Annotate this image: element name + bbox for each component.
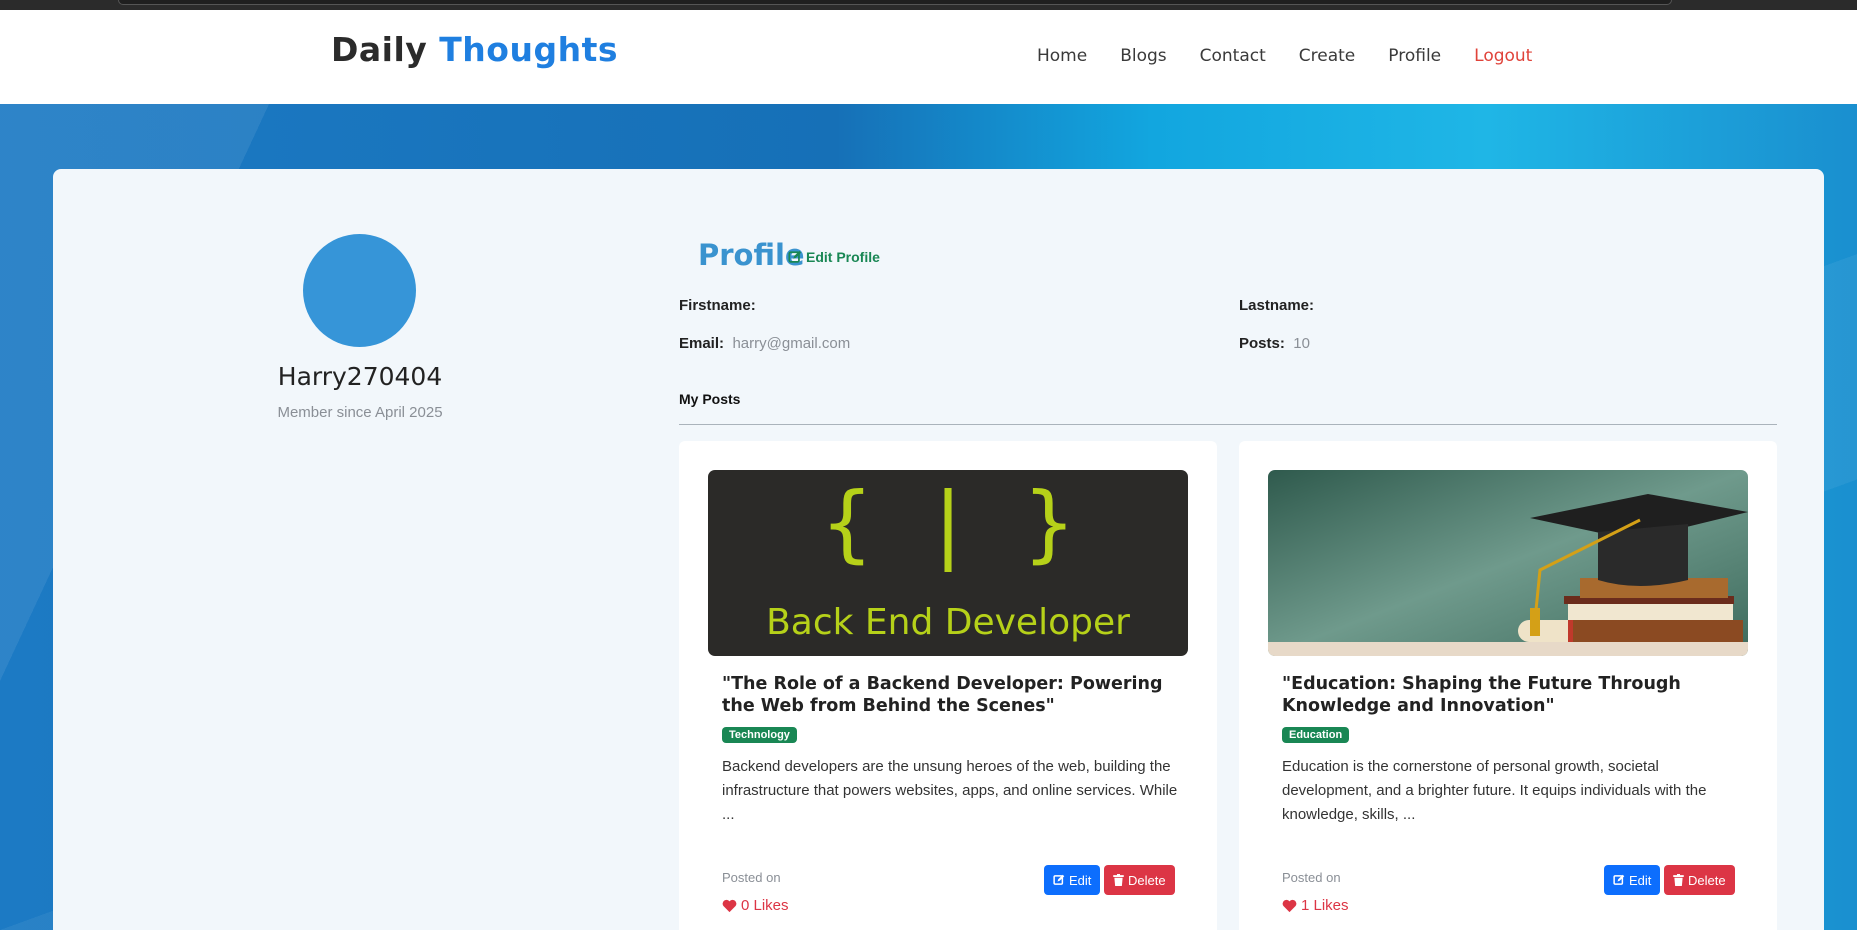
brand-part2: Thoughts [439, 30, 618, 69]
posts-count-field: Posts: 10 [1239, 335, 1310, 353]
delete-post-button[interactable]: Delete [1664, 865, 1735, 895]
likes-label: 0 Likes [741, 897, 789, 914]
post-card: "Education: Shaping the Future Through K… [1239, 441, 1777, 930]
nav-blogs[interactable]: Blogs [1120, 46, 1166, 66]
post-image-caption: Back End Developer [766, 602, 1130, 643]
edit-post-button[interactable]: Edit [1044, 865, 1101, 895]
posted-on: Posted on [1282, 870, 1341, 885]
lastname-label: Lastname: [1239, 297, 1315, 314]
email-value: harry@gmail.com [732, 335, 851, 352]
trash-icon [1673, 874, 1684, 886]
email-label: Email: [679, 335, 725, 352]
firstname-field: Firstname: [679, 297, 760, 315]
avatar [303, 234, 416, 347]
nav-home[interactable]: Home [1037, 46, 1087, 66]
post-image[interactable]: { | } Back End Developer [708, 470, 1188, 656]
edit-icon [788, 250, 802, 263]
post-title[interactable]: "The Role of a Backend Developer: Poweri… [722, 673, 1172, 717]
nav-create[interactable]: Create [1299, 46, 1356, 66]
category-badge: Education [1282, 727, 1350, 743]
edit-icon [1613, 874, 1625, 885]
brand-logo[interactable]: Daily Thoughts [331, 30, 618, 69]
edit-label: Edit [1069, 872, 1092, 888]
likes-count[interactable]: 0 Likes [722, 897, 789, 914]
edit-icon [1053, 874, 1065, 885]
nav-profile[interactable]: Profile [1388, 46, 1441, 66]
heart-icon [1282, 899, 1297, 912]
edit-post-button[interactable]: Edit [1604, 865, 1661, 895]
email-field: Email: harry@gmail.com [679, 335, 850, 353]
posts-count-value: 10 [1293, 335, 1310, 352]
posted-on: Posted on [722, 870, 781, 885]
post-image[interactable] [1268, 470, 1748, 656]
post-card: { | } Back End Developer "The Role of a … [679, 441, 1217, 930]
likes-label: 1 Likes [1301, 897, 1349, 914]
nav-contact[interactable]: Contact [1200, 46, 1266, 66]
brand-part1: Daily [331, 30, 428, 69]
nav-links: Home Blogs Contact Create Profile Logout [1037, 46, 1565, 66]
delete-label: Delete [1688, 872, 1726, 888]
lastname-field: Lastname: [1239, 297, 1318, 315]
delete-label: Delete [1128, 872, 1166, 888]
post-image-braces: { | } [822, 474, 1075, 572]
post-excerpt: Education is the cornerstone of personal… [1282, 758, 1707, 823]
divider [679, 424, 1777, 425]
edit-profile-link[interactable]: Edit Profile [788, 249, 880, 265]
post-excerpt: Backend developers are the unsung heroes… [722, 758, 1178, 823]
edit-profile-label: Edit Profile [806, 249, 880, 265]
post-title[interactable]: "Education: Shaping the Future Through K… [1282, 673, 1732, 717]
browser-top-strip [0, 0, 1857, 10]
edit-label: Edit [1629, 872, 1652, 888]
trash-icon [1113, 874, 1124, 886]
username: Harry270404 [277, 362, 443, 391]
nav-logout[interactable]: Logout [1474, 46, 1532, 66]
navbar: Daily Thoughts Home Blogs Contact Create… [0, 10, 1857, 104]
likes-count[interactable]: 1 Likes [1282, 897, 1349, 914]
category-badge: Technology [722, 727, 797, 743]
heart-icon [722, 899, 737, 912]
my-posts-heading: My Posts [679, 391, 741, 407]
member-since: Member since April 2025 [277, 404, 443, 421]
firstname-label: Firstname: [679, 297, 756, 314]
delete-post-button[interactable]: Delete [1104, 865, 1175, 895]
posts-count-label: Posts: [1239, 335, 1285, 352]
